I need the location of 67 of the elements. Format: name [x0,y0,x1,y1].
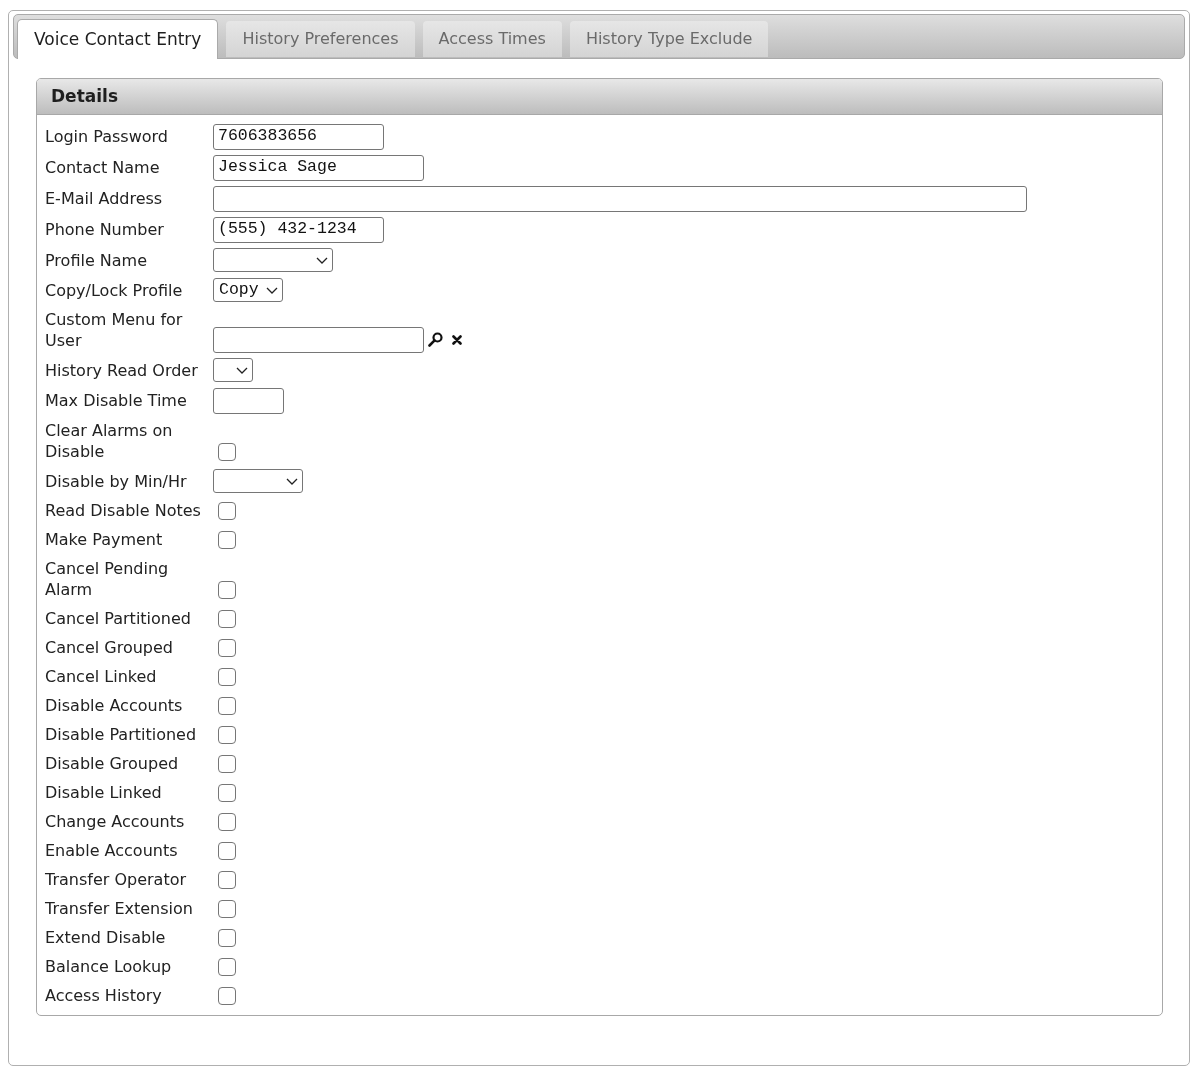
text-field[interactable] [213,185,1027,212]
text-field[interactable]: Jessica Sage [213,154,424,181]
field-label: Contact Name [45,157,161,178]
field-label: Phone Number [45,219,165,240]
field-label: Make Payment [45,529,164,550]
field-label: Cancel Partitioned [45,608,192,629]
dropdown[interactable] [213,358,253,382]
tab[interactable]: History Preferences [226,21,415,57]
field-label: Cancel Linked [45,666,158,687]
field-label: Extend Disable [45,927,167,948]
field-label: Disable Grouped [45,753,180,774]
field-label: Copy/Lock Profile [45,279,184,301]
checkbox[interactable] [218,638,236,657]
checkbox[interactable] [218,530,236,549]
checkbox[interactable] [218,986,236,1005]
tab[interactable]: Voice Contact Entry [17,19,219,59]
checkbox[interactable] [218,957,236,976]
field-label: Transfer Operator [45,869,188,890]
chevron-down-icon [286,477,298,485]
checkbox[interactable] [218,609,236,628]
checkbox[interactable] [218,928,236,947]
text-field[interactable] [213,387,284,414]
field-label: Enable Accounts [45,840,179,861]
field-label: Read Disable Notes [45,500,202,521]
checkbox[interactable] [218,812,236,831]
panel-title: Details [51,84,118,108]
text-field[interactable]: (555) 432-1234 [213,216,384,243]
field-label: Disable Accounts [45,695,184,716]
field-label: Cancel Pending Alarm [45,558,170,600]
search-icon[interactable] [428,332,443,347]
text-field[interactable]: 7606383656 [213,123,384,150]
lookup-field[interactable] [213,326,424,353]
checkbox[interactable] [218,841,236,860]
checkbox[interactable] [218,725,236,744]
chevron-down-icon [236,366,248,374]
checkbox[interactable] [218,870,236,889]
dropdown[interactable] [213,469,303,493]
checkbox[interactable] [218,667,236,686]
checkbox[interactable] [218,501,236,520]
field-label: Disable Linked [45,782,163,803]
checkbox[interactable] [218,754,236,773]
tab[interactable]: History Type Exclude [569,21,769,57]
checkbox[interactable] [218,696,236,715]
field-label: Custom Menu for User [45,309,184,351]
checkbox[interactable] [218,442,236,461]
field-label: Balance Lookup [45,956,173,977]
field-label: History Read Order [45,359,199,381]
field-label: Profile Name [45,249,149,271]
field-label: Disable by Min/Hr [45,470,188,492]
field-label: E-Mail Address [45,188,164,209]
field-label: Clear Alarms on Disable [45,420,174,462]
field-label: Cancel Grouped [45,637,174,658]
dropdown[interactable] [213,248,333,272]
field-label: Disable Partitioned [45,724,198,745]
dropdown[interactable]: Copy [213,278,283,302]
field-label: Transfer Extension [45,898,194,919]
field-label: Change Accounts [45,811,186,832]
close-icon[interactable] [452,334,462,345]
checkbox[interactable] [218,783,236,802]
checkbox[interactable] [218,580,236,599]
tab[interactable]: Access Times [422,21,562,57]
field-label: Access History [45,985,163,1006]
field-label: Max Disable Time [45,390,188,411]
field-label: Login Password [45,126,169,147]
chevron-down-icon [266,286,278,294]
checkbox[interactable] [218,899,236,918]
chevron-down-icon [316,256,328,264]
